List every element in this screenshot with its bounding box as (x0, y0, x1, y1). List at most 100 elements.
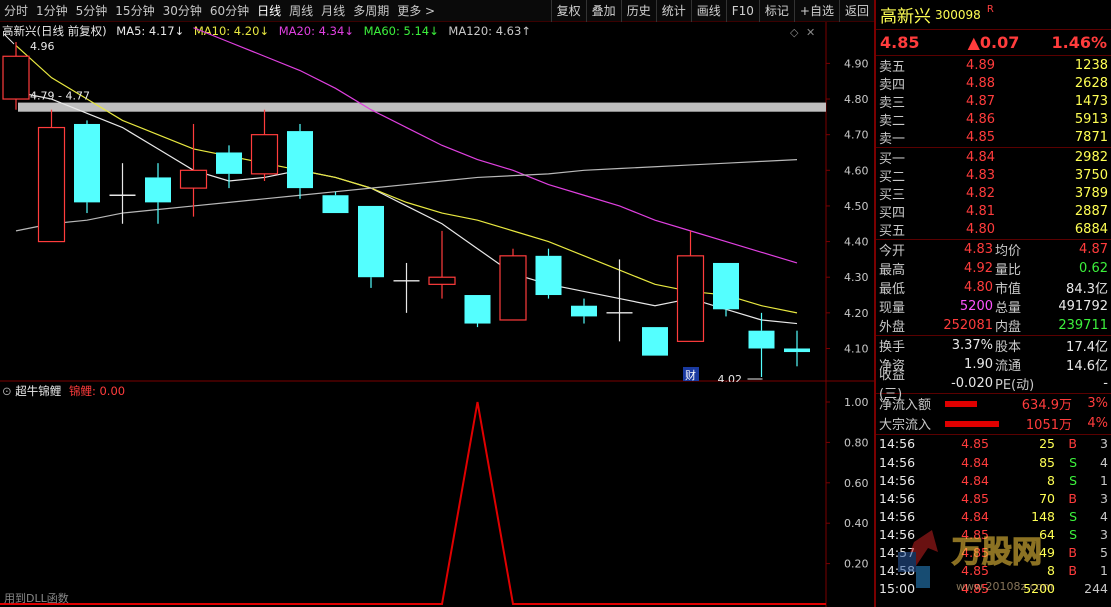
price-line: 4.85 ▲0.07 1.46% (876, 30, 1111, 56)
toolbar-button-7[interactable]: +自选 (793, 0, 839, 22)
bids-price: 4.80 (966, 222, 995, 238)
tick-time: 14:56 (879, 490, 916, 506)
asks-volume: 1473 (1074, 93, 1108, 109)
period-tab-7[interactable]: 周线 (285, 0, 317, 22)
stat-value: 17.4亿 (1066, 339, 1108, 355)
candle-body-down (642, 327, 668, 356)
toolbar-button-0[interactable]: 复权 (550, 0, 586, 22)
bids-row[interactable]: 买四 4.81 2887 (876, 203, 1111, 221)
candle[interactable] (784, 330, 810, 367)
candle-body-down (74, 123, 100, 203)
period-tab-1[interactable]: 1分钟 (32, 0, 72, 22)
tick-count: 4 (1100, 454, 1108, 470)
bids-label: 买二 (879, 169, 906, 185)
candle[interactable] (322, 191, 349, 214)
candle[interactable] (535, 248, 562, 299)
indicator-tick-label: 1.00 (844, 396, 869, 409)
last-price: 4.85 (880, 33, 920, 52)
candle[interactable] (642, 327, 668, 356)
flow-bar (945, 420, 999, 427)
period-tabs: 分时 1分钟 5分钟 15分钟 30分钟 60分钟 日线 周线 月线 多周期 更多 > (0, 0, 439, 22)
flow-row: 大宗流入 1051万 4% (876, 414, 1111, 434)
bids-row[interactable]: 买二 4.83 3750 (876, 166, 1111, 185)
period-tab-2[interactable]: 5分钟 (72, 0, 112, 22)
tick-price: 4.85 (961, 436, 989, 452)
bids-volume: 3789 (1074, 185, 1108, 201)
tick-time: 14:56 (879, 508, 916, 524)
close-icon[interactable]: ✕ (806, 26, 815, 39)
asks-row[interactable]: 卖二 4.86 5913 (876, 111, 1111, 129)
asks-row[interactable]: 卖四 4.88 2628 (876, 74, 1111, 93)
diamond-icon[interactable]: ◇ (790, 26, 799, 39)
candle-body-down (784, 348, 810, 353)
toolbar-button-4[interactable]: 画线 (690, 0, 726, 22)
indicator-chart[interactable]: 1.00 0.80 0.60 0.40 0.20 (0, 382, 874, 607)
candle[interactable] (145, 163, 171, 224)
stat-value: 3.37% (951, 337, 993, 353)
asks-row[interactable]: 卖三 4.87 1473 (876, 92, 1111, 111)
asks-row[interactable]: 卖一 4.85 7871 (876, 129, 1111, 147)
stat-label: 均价 (995, 243, 1022, 259)
bids-row[interactable]: 买一 4.84 2982 (876, 148, 1111, 167)
candle[interactable] (499, 248, 527, 321)
tick-volume: 85 (1039, 454, 1055, 470)
finance-marker-icon[interactable]: 财 (683, 367, 699, 382)
toolbar-button-2[interactable]: 历史 (620, 0, 656, 22)
candle[interactable] (37, 109, 66, 243)
bids-row[interactable]: 买五 4.80 6884 (876, 221, 1111, 239)
range-label: 4.79 - 4.77 (30, 90, 90, 103)
tick-count: 3 (1100, 526, 1108, 542)
candle[interactable] (2, 42, 30, 110)
candle[interactable] (748, 312, 775, 377)
period-tab-8[interactable]: 月线 (317, 0, 349, 22)
toolbar-button-5[interactable]: F10 (725, 0, 759, 22)
price-change: ▲0.07 (967, 33, 1020, 52)
tick-direction: S (1069, 508, 1077, 524)
period-tab-0[interactable]: 分时 (0, 0, 32, 22)
candle[interactable] (713, 262, 739, 317)
flow-label: 净流入额 (879, 398, 932, 414)
candle[interactable] (250, 109, 279, 181)
period-tab-9[interactable]: 多周期 (349, 0, 393, 22)
period-tab-3[interactable]: 15分钟 (111, 0, 158, 22)
asks-row[interactable]: 卖五 4.89 1238 (876, 56, 1111, 75)
candle[interactable] (287, 123, 313, 199)
period-tab-10[interactable]: 更多 > (393, 0, 439, 22)
tick-volume: 8 (1047, 563, 1055, 579)
toolbar-button-8[interactable]: 返回 (838, 0, 874, 22)
tick-count: 244 (1084, 581, 1108, 597)
stat-value: - (1103, 375, 1108, 391)
asks-label: 卖一 (879, 132, 906, 148)
bids-label: 买五 (879, 224, 906, 240)
toolbar-button-3[interactable]: 统计 (655, 0, 691, 22)
stat-row: 现量 5200 总量 491792 (876, 297, 1111, 316)
tick-time: 14:56 (879, 526, 916, 542)
candle[interactable] (676, 230, 705, 342)
asks-price: 4.89 (966, 57, 995, 73)
candle-body-up (499, 255, 527, 321)
bids-row[interactable]: 买三 4.82 3789 (876, 184, 1111, 203)
candle[interactable] (358, 205, 384, 288)
period-tab-6[interactable]: 日线 (253, 0, 285, 22)
bids-price: 4.83 (966, 167, 995, 183)
period-tab-4[interactable]: 30分钟 (159, 0, 206, 22)
low-label: 4.02 (718, 373, 743, 382)
price-tick-label: 4.50 (844, 200, 869, 213)
candle[interactable] (216, 145, 242, 189)
candlestick-chart[interactable]: 4.90 4.80 4.70 4.60 4.50 4.40 4.30 4.20 4.10 4.96… (0, 22, 874, 382)
margin-badge: R (986, 4, 994, 15)
stat-label: 最低 (879, 281, 906, 297)
toolbar-button-1[interactable]: 叠加 (585, 0, 621, 22)
toolbar-button-6[interactable]: 标记 (758, 0, 794, 22)
tick-price: 4.84 (961, 508, 989, 524)
candle[interactable] (179, 123, 208, 217)
period-tab-5[interactable]: 60分钟 (206, 0, 253, 22)
price-tick-label: 4.60 (844, 164, 869, 177)
candle[interactable] (428, 230, 456, 299)
candle[interactable] (393, 262, 420, 313)
candle[interactable] (464, 295, 491, 328)
candle-body-up (179, 169, 208, 189)
candle[interactable] (74, 120, 100, 214)
tick-direction: B (1068, 436, 1077, 452)
candle[interactable] (571, 298, 597, 324)
